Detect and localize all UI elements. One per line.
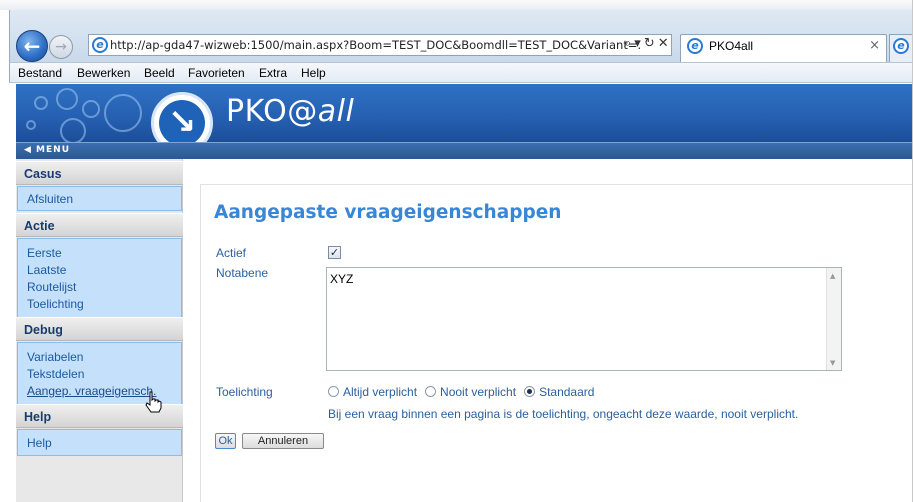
- textarea-scrollbar[interactable]: ▲ ▼: [826, 268, 841, 370]
- page: ↘ PKO@all ◀ MENU Casus Afsluiten Actie E…: [16, 84, 912, 502]
- back-arrow-icon[interactable]: ←: [16, 30, 48, 62]
- sidebar: Casus Afsluiten Actie Eerste Laatste Rou…: [16, 159, 183, 502]
- hand-cursor-icon: [145, 391, 162, 413]
- sidebar-item-tekstdelen[interactable]: Tekstdelen: [27, 367, 84, 381]
- scroll-down-icon[interactable]: ▼: [830, 359, 835, 367]
- cancel-button[interactable]: Annuleren: [242, 433, 324, 449]
- app-brand: PKO@all: [226, 94, 354, 129]
- sidebar-item-eerste[interactable]: Eerste: [27, 246, 62, 260]
- radio-label: Standaard: [539, 385, 595, 399]
- radio-button[interactable]: [328, 386, 339, 397]
- menu-bewerken[interactable]: Bewerken: [77, 66, 130, 80]
- notabene-value: XYZ: [330, 272, 354, 286]
- radio-nooit-verplicht[interactable]: Nooit verplicht: [425, 385, 516, 399]
- menu-favorieten[interactable]: Favorieten: [188, 66, 245, 80]
- sidebar-header-debug: Debug: [16, 317, 183, 341]
- toelichting-hint: Bij een vraag binnen een pagina is de to…: [328, 407, 799, 421]
- bubble-decor: [60, 118, 86, 142]
- sidebar-group-casus: Afsluiten: [17, 186, 182, 211]
- menu-beeld[interactable]: Beeld: [144, 66, 175, 80]
- bubble-decor: [104, 94, 142, 132]
- sidebar-item-variabelen[interactable]: Variabelen: [27, 350, 83, 364]
- sidebar-group-actie: Eerste Laatste Routelijst Toelichting: [17, 238, 182, 318]
- bubble-decor: [82, 100, 100, 118]
- sidebar-header-actie: Actie: [16, 213, 183, 237]
- stop-icon[interactable]: ✕: [658, 34, 669, 54]
- ie-page-icon: e: [92, 37, 108, 53]
- actief-checkbox[interactable]: ✓: [328, 246, 341, 259]
- browser-window: ← → e http://ap-gda47-wizweb:1500/main.a…: [0, 0, 913, 502]
- radio-altijd-verplicht[interactable]: Altijd verplicht: [328, 385, 417, 399]
- menu-strip: ◀ MENU: [16, 142, 912, 159]
- brand-prefix: PKO@: [226, 94, 318, 129]
- radio-button-selected[interactable]: [524, 386, 536, 397]
- browser-toolbar: ← → e http://ap-gda47-wizweb:1500/main.a…: [9, 10, 912, 66]
- address-tools: ⌕ ▾ ↻ ✕: [624, 34, 672, 56]
- notabene-label: Notabene: [216, 266, 269, 280]
- sidebar-item-help[interactable]: Help: [27, 436, 52, 450]
- bubble-decor: [26, 120, 36, 130]
- actief-label: Actief: [216, 246, 247, 260]
- toelichting-radio-group: Altijd verplicht Nooit verplicht Standaard: [328, 385, 602, 401]
- dropdown-icon[interactable]: ▾: [634, 34, 641, 54]
- menu-bar: Bestand Bewerken Beeld Favorieten Extra …: [9, 62, 912, 83]
- menu-bestand[interactable]: Bestand: [18, 66, 62, 80]
- sidebar-item-afsluiten[interactable]: Afsluiten: [27, 192, 73, 206]
- brand-suffix: all: [317, 94, 355, 129]
- address-url: http://ap-gda47-wizweb:1500/main.aspx?Bo…: [110, 38, 642, 52]
- tab-title: PKO4all: [709, 39, 754, 53]
- sidebar-item-toelichting[interactable]: Toelichting: [27, 297, 84, 311]
- menu-help[interactable]: Help: [301, 66, 326, 80]
- window-top-edge: [0, 0, 912, 10]
- page-title: Aangepaste vraageigenschappen: [214, 202, 562, 223]
- scroll-up-icon[interactable]: ▲: [830, 272, 835, 280]
- forward-arrow-icon[interactable]: →: [49, 35, 73, 59]
- radio-label: Nooit verplicht: [440, 385, 517, 399]
- radio-label: Altijd verplicht: [343, 385, 418, 399]
- ok-button[interactable]: Ok: [215, 433, 236, 449]
- search-icon[interactable]: ⌕: [624, 34, 631, 54]
- ie-tab-icon: e: [687, 38, 703, 54]
- app-logo: ↘: [151, 92, 213, 142]
- menu-toggle[interactable]: ◀ MENU: [24, 145, 70, 155]
- app-banner: ↘ PKO@all: [16, 84, 912, 142]
- sidebar-item-routelijst[interactable]: Routelijst: [27, 280, 76, 294]
- refresh-icon[interactable]: ↻: [644, 34, 655, 54]
- radio-button[interactable]: [425, 386, 437, 397]
- close-icon[interactable]: ×: [869, 38, 880, 53]
- sidebar-header-casus: Casus: [16, 161, 183, 185]
- sidebar-item-laatste[interactable]: Laatste: [27, 263, 66, 277]
- bubble-decor: [34, 96, 48, 110]
- arrow-down-right-icon: ↘: [159, 100, 205, 142]
- sidebar-item-aangep-vraageigensch[interactable]: Aangep. vraageigensch.: [27, 384, 156, 398]
- toelichting-label: Toelichting: [216, 385, 273, 399]
- bubble-decor: [56, 88, 78, 110]
- menu-extra[interactable]: Extra: [259, 66, 287, 80]
- radio-standaard[interactable]: Standaard: [524, 385, 594, 399]
- sidebar-group-help: Help: [17, 429, 182, 456]
- address-bar[interactable]: e http://ap-gda47-wizweb:1500/main.aspx?…: [88, 34, 672, 56]
- main-content: Aangepaste vraageigenschappen Actief ✓ N…: [200, 184, 912, 502]
- notabene-textarea[interactable]: XYZ ▲ ▼: [326, 267, 842, 371]
- ie-tab-icon: e: [893, 38, 909, 54]
